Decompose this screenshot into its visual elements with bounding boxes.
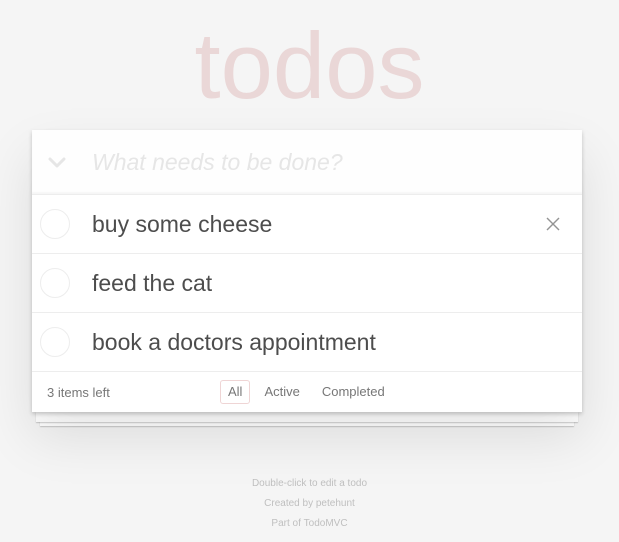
todo-label[interactable]: buy some cheese: [92, 195, 272, 253]
filter-all-link[interactable]: All: [220, 380, 251, 404]
part-of-prefix: Part of: [271, 518, 304, 529]
todo-item[interactable]: buy some cheese: [32, 195, 582, 254]
todo-label[interactable]: feed the cat: [92, 254, 212, 312]
todo-footer: 3 items left All Active Completed: [32, 372, 582, 412]
todomvc-link[interactable]: TodoMVC: [304, 518, 348, 529]
filter-active-link[interactable]: Active: [256, 380, 307, 404]
created-by-prefix: Created by: [264, 498, 316, 509]
app-title: todos: [194, 13, 425, 118]
filter-tabs: All Active Completed: [217, 380, 396, 404]
part-of: Part of TodoMVC: [0, 518, 619, 530]
todo-list: buy some cheese feed the cat book a doct…: [32, 195, 582, 372]
todo-item[interactable]: book a doctors appointment: [32, 313, 582, 372]
delete-todo-button[interactable]: [544, 215, 562, 233]
todo-toggle-checkbox[interactable]: [40, 268, 70, 298]
author-link[interactable]: petehunt: [316, 498, 355, 509]
todo-header: [32, 130, 582, 195]
toggle-all-button[interactable]: [32, 130, 82, 195]
edit-hint: Double-click to edit a todo: [251, 478, 368, 489]
todo-toggle-checkbox[interactable]: [40, 327, 70, 357]
todo-item[interactable]: feed the cat: [32, 254, 582, 313]
items-left-count: 3 items left: [47, 385, 110, 400]
created-by: Created by petehunt: [0, 498, 619, 510]
todo-toggle-checkbox[interactable]: [40, 209, 70, 239]
stack-shadow-1: [36, 412, 578, 422]
todo-label[interactable]: book a doctors appointment: [92, 313, 376, 371]
todo-app: buy some cheese feed the cat book a doct…: [32, 130, 582, 412]
filter-completed-link[interactable]: Completed: [314, 380, 393, 404]
chevron-down-icon: [48, 157, 66, 167]
new-todo-input[interactable]: [92, 130, 572, 195]
close-icon: [546, 217, 560, 231]
